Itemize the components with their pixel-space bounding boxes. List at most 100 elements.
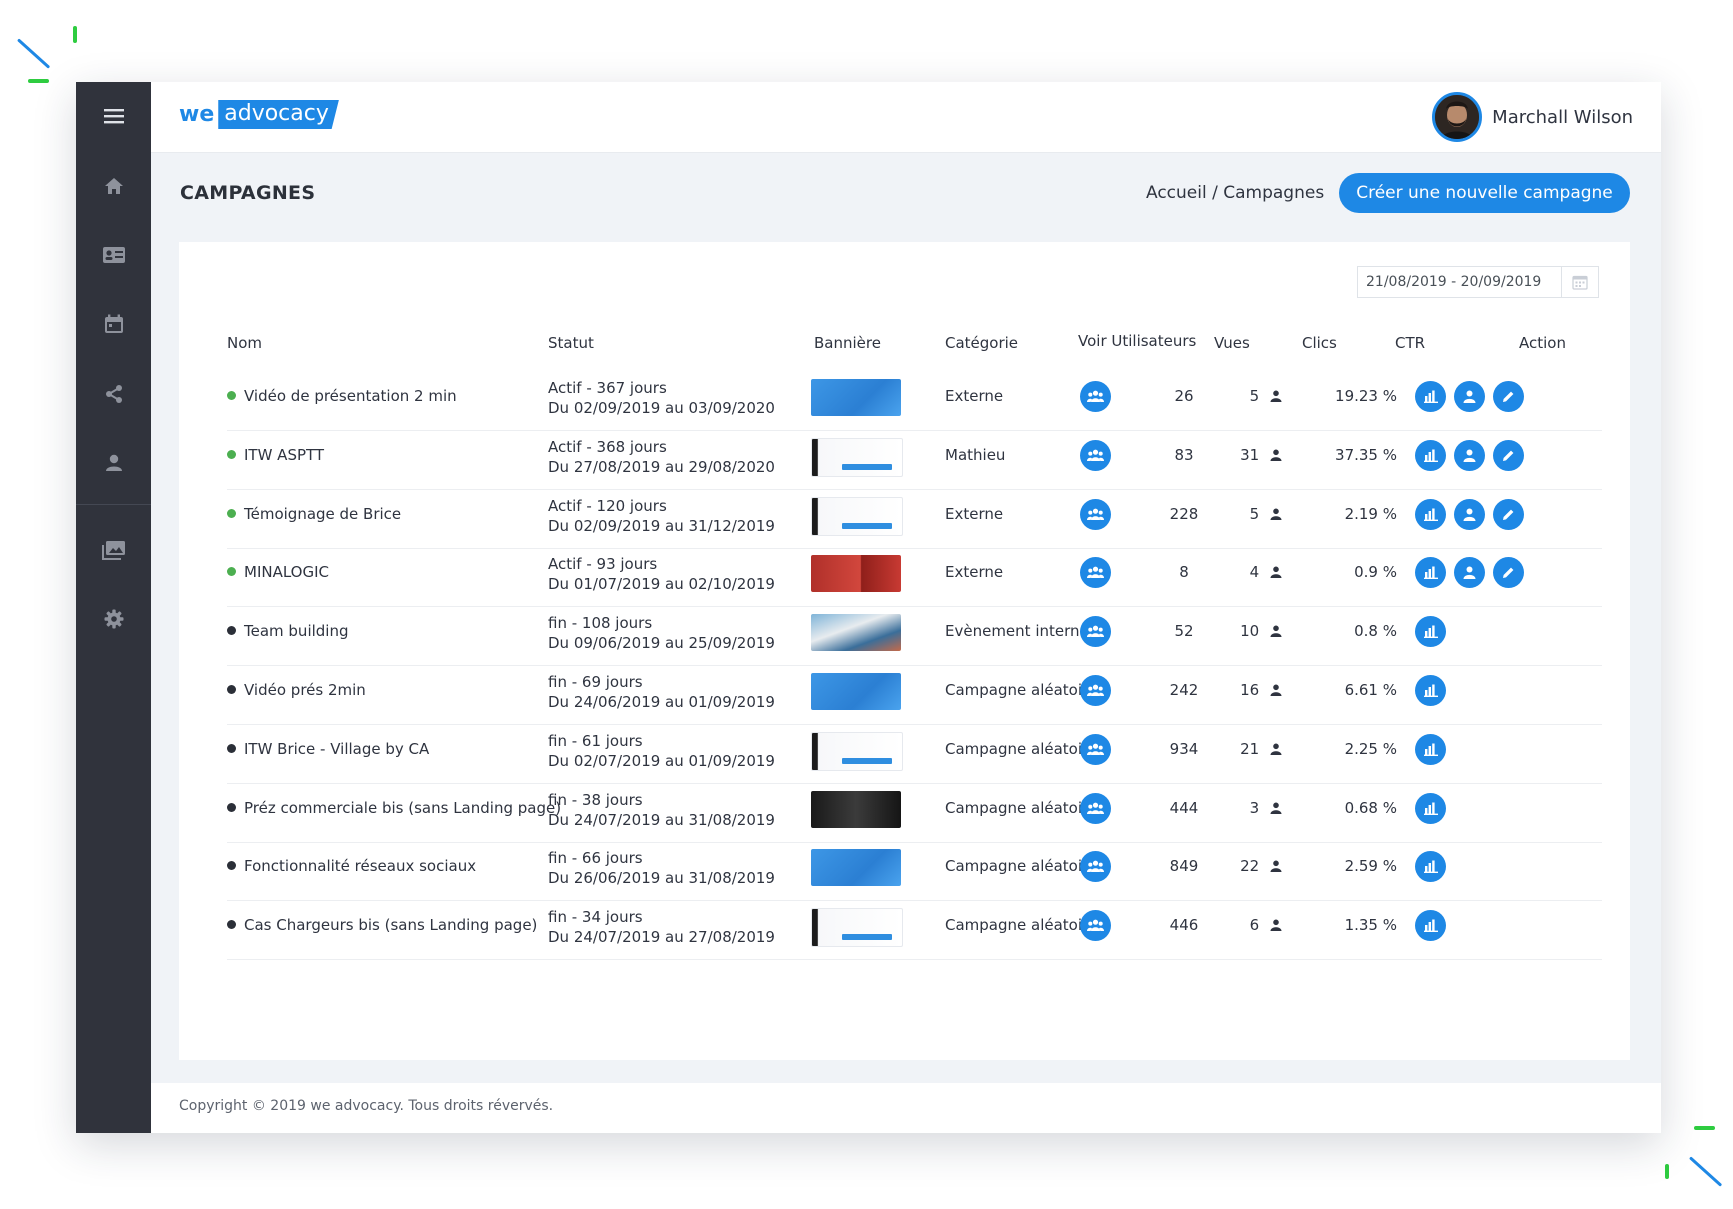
campaign-clics: 6 xyxy=(1222,916,1282,934)
campaign-name[interactable]: Vidéo de présentation 2 min xyxy=(227,387,457,405)
table-row: Vidéo de présentation 2 min Actif - 367 … xyxy=(227,365,1602,431)
gear-icon[interactable] xyxy=(76,599,151,639)
users-button[interactable] xyxy=(1454,498,1485,530)
column-header-action: Action xyxy=(1519,334,1566,352)
status-dot xyxy=(227,391,236,400)
campaign-banner[interactable] xyxy=(811,790,901,828)
column-header-statut[interactable]: Statut xyxy=(548,334,594,352)
column-header-vues[interactable]: Vues xyxy=(1214,334,1250,352)
users-button[interactable] xyxy=(1454,381,1485,412)
campaign-banner[interactable] xyxy=(811,614,901,652)
view-users-button[interactable] xyxy=(1080,851,1111,883)
view-users-button[interactable] xyxy=(1080,557,1111,589)
status-dates: Du 24/07/2019 au 27/08/2019 xyxy=(548,928,775,947)
stats-button[interactable] xyxy=(1415,557,1446,589)
user-icon xyxy=(1270,449,1282,461)
create-campaign-button[interactable]: Créer une nouvelle campagne xyxy=(1339,173,1630,213)
stats-button[interactable] xyxy=(1415,675,1446,706)
campaign-name[interactable]: Fonctionnalité réseaux sociaux xyxy=(227,857,476,875)
table-row: Cas Chargeurs bis (sans Landing page) fi… xyxy=(227,894,1602,961)
campaign-name[interactable]: Préz commerciale bis (sans Landing page) xyxy=(227,799,561,817)
campaign-vues: 242 xyxy=(1169,681,1199,699)
table-row: Vidéo prés 2min fin - 69 jours Du 24/06/… xyxy=(227,659,1602,725)
status-dot xyxy=(227,626,236,636)
date-range-picker[interactable]: 21/08/2019 - 20/09/2019 xyxy=(1357,266,1599,298)
stats-button[interactable] xyxy=(1415,439,1446,471)
view-users-button[interactable] xyxy=(1080,439,1111,471)
calendar-icon[interactable] xyxy=(76,304,151,344)
table-row: Fonctionnalité réseaux sociaux fin - 66 … xyxy=(227,835,1602,902)
campaign-vues: 228 xyxy=(1169,504,1199,523)
stats-button[interactable] xyxy=(1415,733,1446,765)
edit-button[interactable] xyxy=(1493,498,1524,530)
stats-button[interactable] xyxy=(1415,792,1446,824)
edit-button[interactable] xyxy=(1493,439,1524,471)
stats-button[interactable] xyxy=(1415,381,1446,412)
gallery-icon[interactable] xyxy=(76,530,151,570)
column-header-categorie[interactable]: Catégorie xyxy=(945,334,1018,352)
avatar[interactable] xyxy=(1432,92,1483,142)
stats-button[interactable] xyxy=(1415,498,1446,530)
campaign-status: fin - 38 jours Du 24/07/2019 au 31/08/20… xyxy=(548,790,775,830)
view-users-button[interactable] xyxy=(1080,733,1111,765)
campaign-banner[interactable] xyxy=(811,496,903,536)
user-menu[interactable]: Marchall Wilson xyxy=(1432,92,1633,142)
view-users-button[interactable] xyxy=(1080,616,1111,648)
campaign-clics: 31 xyxy=(1222,446,1282,464)
view-users-button[interactable] xyxy=(1080,498,1111,530)
app-logo[interactable]: we advocacy xyxy=(179,100,339,129)
campaign-banner[interactable] xyxy=(811,379,901,416)
campaign-banner[interactable] xyxy=(811,437,903,477)
status-dot xyxy=(227,508,236,518)
id-card-icon[interactable] xyxy=(76,235,151,275)
stats-button[interactable] xyxy=(1415,616,1446,648)
view-users-button[interactable] xyxy=(1080,910,1111,942)
campaign-name[interactable]: Cas Chargeurs bis (sans Landing page) xyxy=(227,916,537,934)
campaign-name[interactable]: Team building xyxy=(227,622,349,640)
view-users-button[interactable] xyxy=(1080,792,1111,824)
share-icon[interactable] xyxy=(76,374,151,414)
view-users-button[interactable] xyxy=(1080,675,1111,706)
logo-advocacy: advocacy xyxy=(218,100,339,129)
clics-value: 16 xyxy=(1240,681,1260,699)
campaign-name[interactable]: ITW ASPTT xyxy=(227,446,324,464)
campaign-category: Campagne aléatoire xyxy=(945,916,1098,935)
status-dates: Du 09/06/2019 au 25/09/2019 xyxy=(548,634,775,653)
campaign-name[interactable]: Témoignage de Brice xyxy=(227,505,401,523)
campaign-banner[interactable] xyxy=(811,908,903,948)
campaign-banner[interactable] xyxy=(811,849,901,887)
edit-button[interactable] xyxy=(1493,557,1524,589)
campaign-status: fin - 69 jours Du 24/06/2019 au 01/09/20… xyxy=(548,672,775,712)
campaign-banner[interactable] xyxy=(811,555,901,593)
breadcrumb[interactable]: Accueil / Campagnes xyxy=(1146,183,1324,203)
column-header-clics[interactable]: Clics xyxy=(1302,334,1337,352)
users-button[interactable] xyxy=(1454,557,1485,589)
edit-button[interactable] xyxy=(1493,381,1524,412)
user-icon xyxy=(1270,860,1282,873)
status-dot xyxy=(227,685,236,694)
campaign-name[interactable]: ITW Brice - Village by CA xyxy=(227,740,429,758)
campaign-vues: 444 xyxy=(1169,798,1199,817)
status-dates: Du 24/06/2019 au 01/09/2019 xyxy=(548,693,775,711)
user-icon[interactable] xyxy=(76,443,151,483)
campaign-vues: 849 xyxy=(1169,857,1199,876)
campaign-banner[interactable] xyxy=(811,731,903,771)
view-users-button[interactable] xyxy=(1080,381,1111,412)
campaign-status: Actif - 120 jours Du 02/09/2019 au 31/12… xyxy=(548,496,775,536)
users-button[interactable] xyxy=(1454,439,1485,471)
column-header-nom[interactable]: Nom xyxy=(227,334,262,352)
menu-icon[interactable] xyxy=(76,96,151,136)
column-header-ctr[interactable]: CTR xyxy=(1395,334,1425,352)
campaign-name[interactable]: MINALOGIC xyxy=(227,563,329,581)
calendar-icon[interactable] xyxy=(1561,267,1598,297)
status-text: fin - 38 jours xyxy=(548,790,643,809)
stats-button[interactable] xyxy=(1415,910,1446,942)
user-icon xyxy=(1270,684,1282,696)
campaign-name[interactable]: Vidéo prés 2min xyxy=(227,681,366,699)
campaign-clics: 3 xyxy=(1222,799,1282,817)
status-dates: Du 02/09/2019 au 31/12/2019 xyxy=(548,516,775,535)
stats-button[interactable] xyxy=(1415,851,1446,883)
home-icon[interactable] xyxy=(76,166,151,206)
campaign-ctr: 37.35 % xyxy=(1335,445,1397,464)
campaign-banner[interactable] xyxy=(811,673,901,710)
